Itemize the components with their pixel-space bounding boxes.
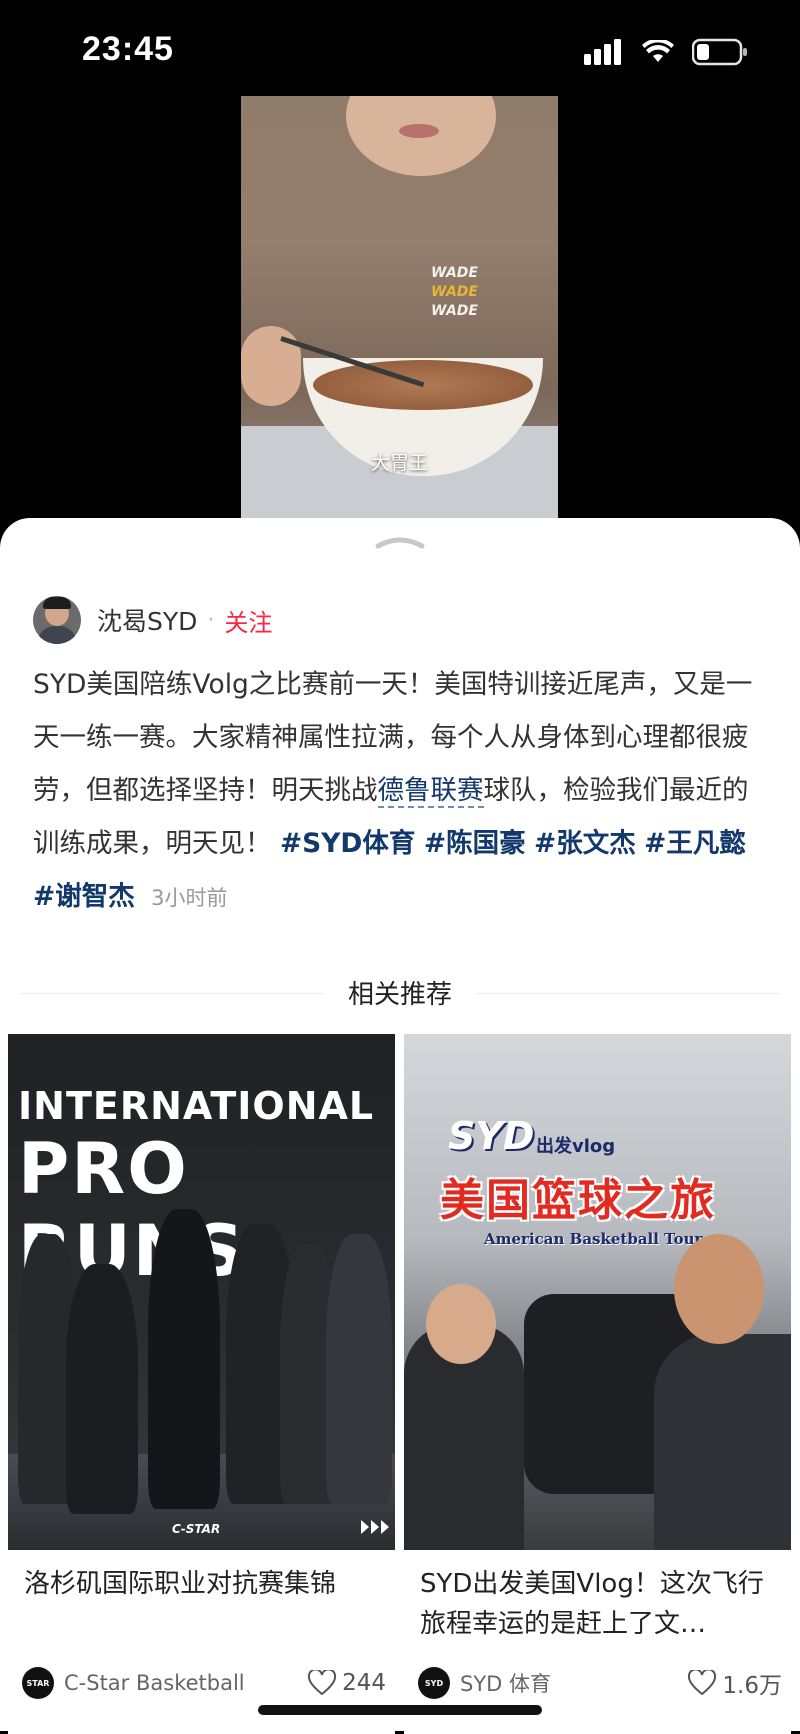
- separator-dot: ·: [207, 607, 215, 633]
- cover-vlog: 出发vlog: [536, 1136, 616, 1157]
- card-footer: SYD SYD 体育 1.6万: [418, 1666, 782, 1700]
- home-indicator[interactable]: [258, 1705, 542, 1715]
- status-bar: 23:45: [0, 0, 800, 100]
- player-figure: [148, 1209, 220, 1509]
- related-title: 相关推荐: [0, 974, 800, 1011]
- related-title-text: 相关推荐: [323, 980, 476, 1010]
- cover-brand: C-STAR: [172, 1522, 221, 1536]
- person-right-head: [674, 1234, 764, 1344]
- cover-main-title: 美国篮球之旅: [440, 1175, 716, 1226]
- status-time: 23:45: [82, 30, 174, 68]
- heart-icon: [308, 1670, 337, 1696]
- mouth: [399, 124, 439, 138]
- status-icons: [584, 38, 748, 66]
- league-link[interactable]: 德鲁联赛: [377, 775, 484, 808]
- shirt-text-2: WADE: [431, 284, 478, 300]
- card-title[interactable]: SYD出发美国Vlog！这次飞行旅程幸运的是赶上了文…: [420, 1564, 780, 1644]
- post-description: SYD美国陪练Volg之比赛前一天！美国特训接近尾声，又是一天一练一赛。大家精神…: [33, 658, 768, 925]
- heart-icon: [688, 1670, 717, 1696]
- shirt-text-3: WADE: [431, 303, 478, 319]
- play-arrows-icon: [361, 1520, 389, 1534]
- cover-subtitle: American Basketball Tour: [484, 1230, 703, 1248]
- cover-syd: SYD: [448, 1114, 535, 1158]
- person-left-head: [426, 1284, 496, 1364]
- signal-icon: [584, 39, 621, 65]
- follow-button[interactable]: 关注: [224, 603, 272, 638]
- hand: [241, 326, 301, 406]
- card-cover[interactable]: SYD 出发vlog 美国篮球之旅 American Basketball To…: [404, 1034, 791, 1550]
- post-sheet: 沈曷SYD · 关注 SYD美国陪练Volg之比赛前一天！美国特训接近尾声，又是…: [0, 518, 800, 1734]
- hashtag[interactable]: #王凡懿: [644, 828, 746, 859]
- player-figure: [326, 1234, 392, 1504]
- avatar[interactable]: [33, 596, 81, 644]
- wifi-icon: [642, 40, 674, 62]
- related-card[interactable]: SYD 出发vlog 美国篮球之旅 American Basketball To…: [404, 1034, 791, 1734]
- card-title[interactable]: 洛杉矶国际职业对抗赛集锦: [24, 1564, 384, 1604]
- battery-icon: [692, 38, 747, 66]
- video-caption: 大胃王: [370, 452, 428, 474]
- post-time: 3小时前: [151, 886, 228, 910]
- like-count: 244: [342, 1670, 386, 1696]
- shirt-text-1: WADE: [431, 265, 478, 281]
- card-author[interactable]: C-Star Basketball: [64, 1671, 308, 1695]
- card-footer: STAR C-Star Basketball 244: [22, 1666, 386, 1700]
- author-avatar[interactable]: SYD: [418, 1667, 450, 1699]
- author-avatar[interactable]: STAR: [22, 1667, 54, 1699]
- hashtag[interactable]: #陈国豪: [424, 828, 526, 859]
- hashtag[interactable]: #张文杰: [534, 828, 636, 859]
- author-row: 沈曷SYD · 关注: [33, 596, 272, 644]
- author-name[interactable]: 沈曷SYD: [97, 602, 197, 638]
- card-cover[interactable]: INTERNATIONAL PRO RUNS C-STAR: [8, 1034, 395, 1550]
- like-button[interactable]: 244: [308, 1670, 386, 1696]
- hashtag[interactable]: #SYD体育: [280, 828, 415, 859]
- hashtag[interactable]: #谢智杰: [33, 881, 135, 912]
- card-author[interactable]: SYD 体育: [460, 1668, 688, 1698]
- related-card[interactable]: INTERNATIONAL PRO RUNS C-STAR 洛杉矶国际职业对抗赛…: [8, 1034, 395, 1734]
- player-figure: [66, 1264, 138, 1514]
- like-button[interactable]: 1.6万: [688, 1666, 782, 1700]
- video-player[interactable]: WADE WADE WADE 大胃王: [241, 96, 558, 520]
- collapse-chevron-icon[interactable]: [374, 532, 426, 550]
- shirt-print: WADE WADE WADE: [431, 264, 478, 321]
- cover-title-line1: INTERNATIONAL: [18, 1084, 375, 1128]
- like-count: 1.6万: [722, 1673, 782, 1699]
- person-right: [654, 1334, 791, 1550]
